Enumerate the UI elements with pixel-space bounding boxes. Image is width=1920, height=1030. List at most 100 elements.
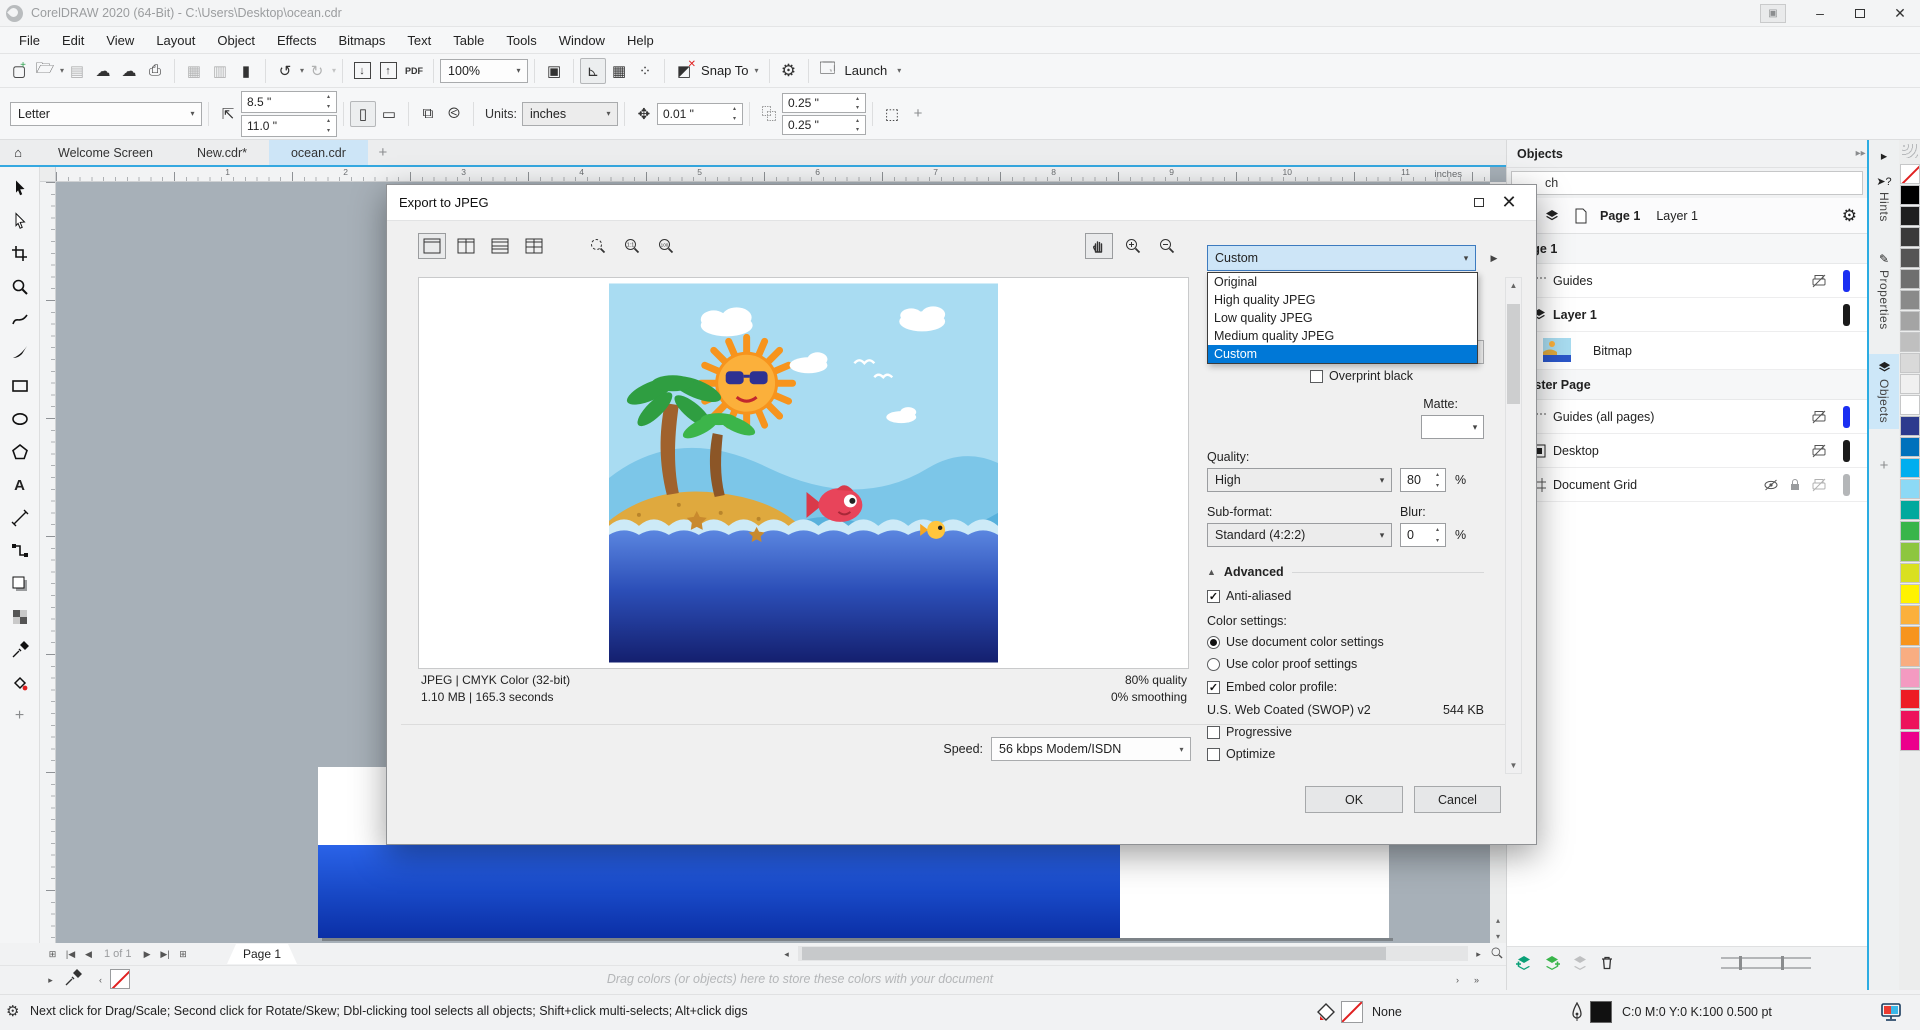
import-icon[interactable]: ↓ xyxy=(349,58,375,84)
matte-color-combo[interactable]: ▾ xyxy=(1421,415,1484,439)
cloud-upload-icon[interactable]: ☁ xyxy=(116,58,142,84)
artistic-media-tool-icon[interactable] xyxy=(5,338,35,368)
last-page-icon[interactable]: ▶| xyxy=(157,945,174,963)
new-document-icon[interactable]: ▢+ xyxy=(6,58,32,84)
fill-none-swatch[interactable] xyxy=(1341,1001,1363,1023)
palette-color-swatch[interactable] xyxy=(1900,206,1920,226)
palette-color-swatch[interactable] xyxy=(1900,731,1920,751)
horizontal-scrollbar[interactable] xyxy=(798,946,1468,961)
menu-item[interactable]: Tools xyxy=(495,27,547,53)
tray-scroll-right-icon[interactable]: › xyxy=(1449,971,1466,989)
rectangle-tool-icon[interactable] xyxy=(5,371,35,401)
launch-dropdown[interactable]: Launch▾ xyxy=(841,63,906,78)
property-bar-add-icon[interactable]: + xyxy=(905,101,931,127)
add-tool-icon[interactable]: + xyxy=(5,701,35,731)
undo-icon[interactable]: ↺ xyxy=(272,58,298,84)
page-height-field[interactable]: 11.0 " ▴▾ xyxy=(241,115,337,137)
preset-option[interactable]: Medium quality JPEG xyxy=(1208,327,1477,345)
antialiased-row[interactable]: ✓ Anti-aliased xyxy=(1207,589,1291,603)
add-docker-icon[interactable]: + xyxy=(1869,451,1899,480)
preset-flyout-icon[interactable]: ▶ xyxy=(1486,249,1502,267)
lock-icon[interactable] xyxy=(1787,477,1803,493)
single-preview-icon[interactable] xyxy=(418,233,446,259)
progressive-row[interactable]: Progressive xyxy=(1207,725,1292,739)
strip-flyout-icon[interactable]: ▸ xyxy=(1869,140,1899,169)
tray-none-swatch[interactable] xyxy=(110,969,130,989)
new-master-layer-icon[interactable] xyxy=(1543,955,1561,971)
tab-new-cdr[interactable]: New.cdr* xyxy=(175,140,269,165)
dialog-scrollbar[interactable]: ▲ ▼ xyxy=(1505,277,1522,774)
horizontal-ruler[interactable]: 1 2 3 4 5 6 7 8 9 10 11 inches xyxy=(56,167,1490,182)
two-horizontal-previews-icon[interactable] xyxy=(486,233,514,259)
export-preview-area[interactable] xyxy=(418,277,1189,669)
zoom-tool-icon[interactable] xyxy=(5,272,35,302)
palette-color-swatch[interactable] xyxy=(1900,563,1920,583)
palette-color-swatch[interactable] xyxy=(1900,479,1920,499)
layer-color-pill[interactable] xyxy=(1843,474,1850,496)
new-layer-icon[interactable] xyxy=(1515,955,1533,971)
duplicate-layer-icon[interactable] xyxy=(1571,955,1589,971)
quality-percent-field[interactable]: 80 ▴▾ xyxy=(1400,468,1446,492)
cloud-download-icon[interactable]: ☁ xyxy=(90,58,116,84)
publish-pdf-icon[interactable]: PDF xyxy=(401,58,427,84)
menu-item[interactable]: Help xyxy=(616,27,665,53)
add-page-end-icon[interactable]: ⊞ xyxy=(175,945,192,963)
palette-color-swatch[interactable] xyxy=(1900,248,1920,268)
scroll-up-icon[interactable]: ▴ xyxy=(1490,913,1506,927)
palette-color-swatch[interactable] xyxy=(1900,710,1920,730)
snap-to-dropdown[interactable]: Snap To▾ xyxy=(697,63,762,78)
palette-color-swatch[interactable] xyxy=(1900,626,1920,646)
layer-row-guides-all-pages[interactable]: Guides (all pages) xyxy=(1507,400,1867,434)
scroll-left-icon[interactable]: ◂ xyxy=(778,945,795,963)
embed-profile-checkbox[interactable]: ✓ xyxy=(1207,681,1220,694)
overprint-black-checkbox[interactable] xyxy=(1310,370,1323,383)
scroll-down-icon[interactable]: ▼ xyxy=(1506,758,1521,773)
parallel-dimension-tool-icon[interactable] xyxy=(5,503,35,533)
tab-objects[interactable]: Objects xyxy=(1869,354,1899,429)
paste-icon[interactable]: ▦ xyxy=(181,58,207,84)
export-icon[interactable]: ↑ xyxy=(375,58,401,84)
palette-color-swatch[interactable] xyxy=(1900,353,1920,373)
palette-color-swatch[interactable] xyxy=(1900,290,1920,310)
advanced-header[interactable]: ▲ Advanced xyxy=(1207,565,1484,579)
palette-color-swatch[interactable] xyxy=(1900,311,1920,331)
use-proof-color-row[interactable]: Use color proof settings xyxy=(1207,657,1357,671)
color-proof-monitor-icon[interactable] xyxy=(1880,1001,1902,1023)
snap-off-icon[interactable]: ◩✕ xyxy=(671,58,697,84)
scroll-down-icon[interactable]: ▾ xyxy=(1490,929,1506,943)
palette-color-swatch[interactable] xyxy=(1900,185,1920,205)
previous-page-icon[interactable]: ◀ xyxy=(80,945,97,963)
menu-item[interactable]: Window xyxy=(548,27,616,53)
layer-color-pill[interactable] xyxy=(1843,406,1850,428)
pick-tool-icon[interactable] xyxy=(5,173,35,203)
manager-layer-label[interactable]: Layer 1 xyxy=(1656,209,1698,223)
outline-color-swatch[interactable] xyxy=(1590,1001,1612,1023)
shape-tool-icon[interactable] xyxy=(5,206,35,236)
all-pages-icon[interactable]: ⧉ xyxy=(415,101,441,127)
palette-color-swatch[interactable] xyxy=(1900,374,1920,394)
tab-hints[interactable]: ➤? Hints xyxy=(1869,169,1899,228)
zoom-to-fit-icon[interactable] xyxy=(584,233,612,259)
duplicate-x-field[interactable]: 0.25 " ▴▾ xyxy=(782,93,866,113)
portrait-icon[interactable]: ▯ xyxy=(350,101,376,127)
delete-icon[interactable] xyxy=(1599,955,1615,971)
zoom-in-icon[interactable] xyxy=(1119,233,1147,259)
palette-color-swatch[interactable] xyxy=(1900,647,1920,667)
add-page-start-icon[interactable]: ⊞ xyxy=(44,945,61,963)
document-artwork-visible[interactable] xyxy=(318,845,1120,938)
use-document-radio[interactable] xyxy=(1207,636,1220,649)
tray-eyedropper-icon[interactable] xyxy=(64,969,82,987)
vertical-ruler[interactable] xyxy=(40,182,56,943)
show-grid-icon[interactable]: ▦ xyxy=(606,58,632,84)
print-disabled-icon[interactable] xyxy=(1811,443,1827,459)
account-icon[interactable]: ▣ xyxy=(1760,4,1786,23)
four-previews-icon[interactable] xyxy=(520,233,548,259)
open-icon[interactable]: 🗁 xyxy=(32,58,58,84)
search-input[interactable]: ch xyxy=(1511,171,1863,195)
tab-welcome-screen[interactable]: Welcome Screen xyxy=(36,140,175,165)
palette-color-swatch[interactable] xyxy=(1900,584,1920,604)
palette-color-swatch[interactable] xyxy=(1900,269,1920,289)
page-size-combo[interactable]: Letter▾ xyxy=(10,102,202,126)
palette-color-swatch[interactable] xyxy=(1900,542,1920,562)
menu-item[interactable]: Object xyxy=(206,27,266,53)
